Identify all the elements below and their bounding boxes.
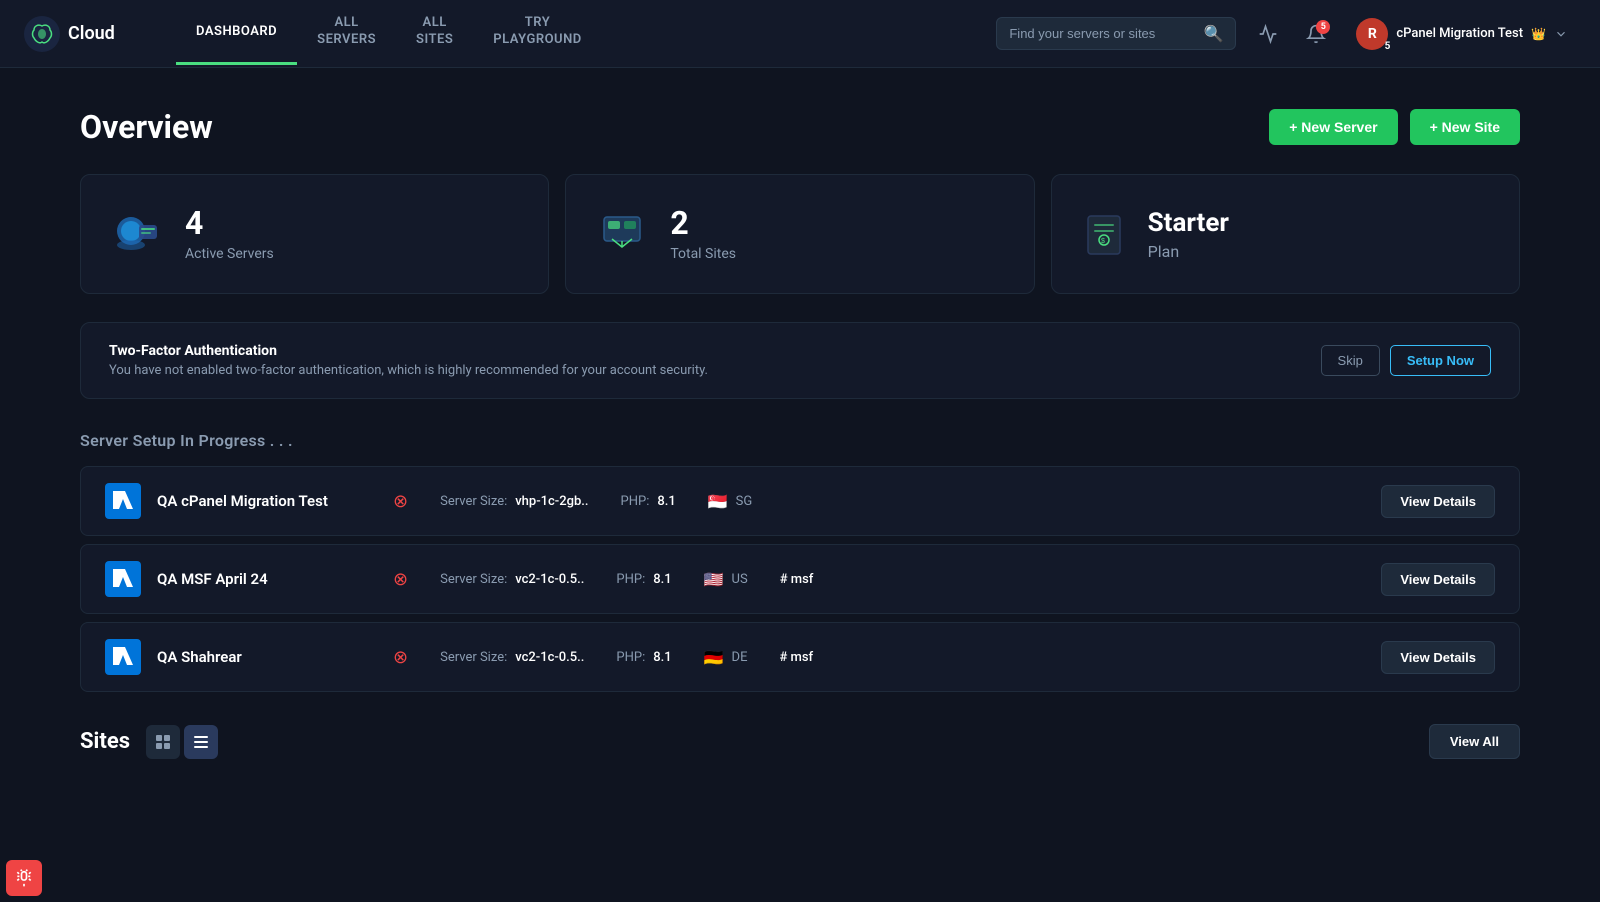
logo-text: Cloud	[68, 23, 115, 44]
server-name: QA Shahrear	[157, 648, 377, 666]
server-size-item: Server Size: vc2-1c-0.5..	[440, 650, 584, 665]
plan-icon: $	[1080, 210, 1128, 258]
tag-item: # msf	[779, 650, 813, 665]
server-list: QA cPanel Migration Test ⊗ Server Size: …	[80, 466, 1520, 692]
country-flag: 🇩🇪	[704, 648, 724, 667]
main-header: Cloud DASHBOARD ALLSERVERS ALLSITES TRYP…	[0, 0, 1600, 68]
country-flag: 🇸🇬	[708, 492, 728, 511]
server-row: QA Shahrear ⊗ Server Size: vc2-1c-0.5.. …	[80, 622, 1520, 692]
sites-title-area: Sites	[80, 725, 218, 759]
main-nav: DASHBOARD ALLSERVERS ALLSITES TRYPLAYGRO…	[176, 0, 996, 74]
view-all-button[interactable]: View All	[1429, 724, 1520, 759]
active-servers-label: Active Servers	[185, 246, 274, 262]
stat-card-servers: 4 Active Servers	[80, 174, 549, 294]
server-meta: Server Size: vhp-1c-2gb.. PHP: 8.1 🇸🇬 SG	[440, 492, 1365, 511]
svg-text:$: $	[1101, 238, 1105, 245]
location-item: 🇩🇪 DE	[704, 648, 748, 667]
notifications-icon[interactable]: 5	[1300, 18, 1332, 50]
servers-in-progress-title: Server Setup In Progress . . .	[80, 431, 1520, 450]
stat-card-sites: 2 Total Sites	[565, 174, 1034, 294]
stat-cards: 4 Active Servers 2 Total Sites	[80, 174, 1520, 294]
search-icon: 🔍	[1203, 24, 1223, 43]
notification-badge: 5	[1316, 20, 1330, 34]
country-flag: 🇺🇸	[704, 570, 724, 589]
activity-icon[interactable]	[1252, 18, 1284, 50]
overview-header: Overview + New Server + New Site	[80, 108, 1520, 146]
header-right: 🔍 5 R 5 cPanel Migration Test 👑	[996, 14, 1576, 54]
view-details-button[interactable]: View Details	[1381, 641, 1495, 674]
view-details-button[interactable]: View Details	[1381, 485, 1495, 518]
new-site-button[interactable]: + New Site	[1410, 109, 1520, 145]
grid-view-button[interactable]	[146, 725, 180, 759]
stat-card-plan: $ Starter Plan	[1051, 174, 1520, 294]
servers-icon	[109, 203, 165, 265]
nav-playground[interactable]: TRYPLAYGROUND	[473, 0, 601, 74]
server-name: QA cPanel Migration Test	[157, 492, 377, 510]
chevron-down-icon	[1554, 27, 1568, 41]
server-provider-icon	[105, 561, 141, 597]
server-meta: Server Size: vc2-1c-0.5.. PHP: 8.1 🇩🇪 DE…	[440, 648, 1365, 667]
page-title: Overview	[80, 108, 213, 146]
stat-plan-content: Starter Plan	[1148, 208, 1229, 261]
avatar-badge: 5	[1385, 41, 1391, 52]
user-name: cPanel Migration Test	[1396, 26, 1523, 41]
error-icon[interactable]: ⊗	[393, 647, 408, 668]
twofa-banner: Two-Factor Authentication You have not e…	[80, 322, 1520, 399]
bug-report-button[interactable]	[6, 860, 42, 896]
php-item: PHP: 8.1	[616, 572, 671, 587]
sites-title: Sites	[80, 729, 130, 754]
twofa-actions: Skip Setup Now	[1321, 345, 1491, 376]
sites-header: Sites	[80, 724, 1520, 759]
twofa-description: You have not enabled two-factor authenti…	[109, 363, 708, 378]
user-menu[interactable]: R 5 cPanel Migration Test 👑	[1348, 14, 1576, 54]
setup-now-button[interactable]: Setup Now	[1390, 345, 1491, 376]
error-icon[interactable]: ⊗	[393, 491, 408, 512]
new-server-button[interactable]: + New Server	[1269, 109, 1397, 145]
nav-all-servers[interactable]: ALLSERVERS	[297, 0, 396, 74]
country-code: SG	[736, 494, 753, 509]
avatar: R 5	[1356, 18, 1388, 50]
total-sites-count: 2	[670, 206, 736, 241]
server-size-item: Server Size: vc2-1c-0.5..	[440, 572, 584, 587]
view-details-button[interactable]: View Details	[1381, 563, 1495, 596]
main-content: Overview + New Server + New Site 4 Ac	[0, 68, 1600, 799]
skip-button[interactable]: Skip	[1321, 345, 1380, 376]
server-row: QA cPanel Migration Test ⊗ Server Size: …	[80, 466, 1520, 536]
search-bar[interactable]: 🔍	[996, 17, 1236, 50]
php-item: PHP: 8.1	[621, 494, 676, 509]
twofa-content: Two-Factor Authentication You have not e…	[109, 343, 708, 378]
sites-icon	[594, 203, 650, 265]
tag-item: # msf	[780, 572, 814, 587]
twofa-title: Two-Factor Authentication	[109, 343, 708, 359]
server-meta: Server Size: vc2-1c-0.5.. PHP: 8.1 🇺🇸 US…	[440, 570, 1365, 589]
active-servers-count: 4	[185, 206, 274, 241]
logo[interactable]: Cloud	[24, 16, 144, 52]
view-toggle	[146, 725, 218, 759]
server-row: QA MSF April 24 ⊗ Server Size: vc2-1c-0.…	[80, 544, 1520, 614]
error-icon[interactable]: ⊗	[393, 569, 408, 590]
plan-subtitle: Plan	[1148, 242, 1229, 261]
header-buttons: + New Server + New Site	[1269, 109, 1520, 145]
plan-title: Starter	[1148, 208, 1229, 238]
list-view-button[interactable]	[184, 725, 218, 759]
server-size-item: Server Size: vhp-1c-2gb..	[440, 494, 588, 509]
location-item: 🇺🇸 US	[704, 570, 748, 589]
php-item: PHP: 8.1	[616, 650, 671, 665]
search-input[interactable]	[1009, 26, 1195, 41]
stat-sites-content: 2 Total Sites	[670, 206, 736, 261]
bottom-bar	[0, 854, 48, 902]
server-provider-icon	[105, 639, 141, 675]
nav-dashboard[interactable]: DASHBOARD	[176, 2, 297, 66]
server-name: QA MSF April 24	[157, 570, 377, 588]
country-code: DE	[732, 650, 748, 665]
stat-servers-content: 4 Active Servers	[185, 206, 274, 261]
nav-all-sites[interactable]: ALLSITES	[396, 0, 473, 74]
crown-icon: 👑	[1531, 27, 1546, 41]
total-sites-label: Total Sites	[670, 246, 736, 262]
location-item: 🇸🇬 SG	[708, 492, 753, 511]
country-code: US	[732, 572, 748, 587]
server-provider-icon	[105, 483, 141, 519]
